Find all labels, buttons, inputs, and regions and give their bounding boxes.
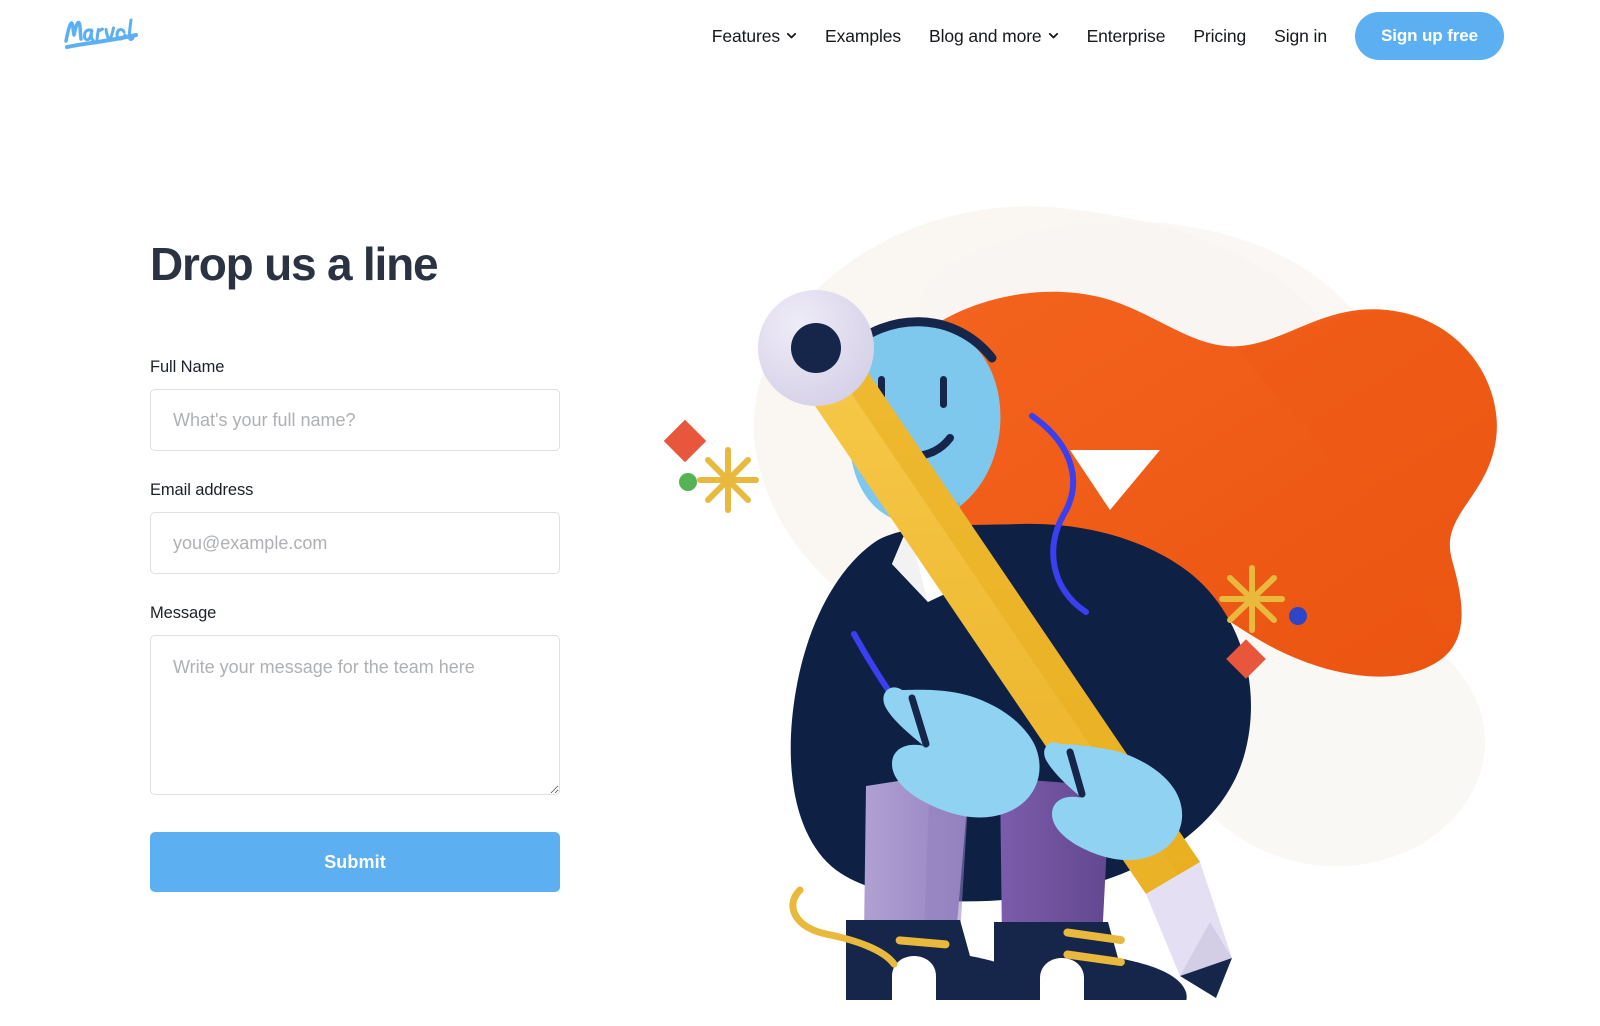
nav-item-blog-and-more[interactable]: Blog and more [915, 12, 1073, 60]
field-email-address: Email address [150, 481, 560, 575]
contact-form-column: Drop us a line Full Name Email address M… [150, 238, 560, 893]
message-textarea[interactable] [150, 635, 560, 796]
nav-item-label: Pricing [1193, 25, 1247, 46]
nav-item-enterprise[interactable]: Enterprise [1073, 12, 1180, 60]
nav-item-label: Features [711, 25, 780, 46]
full-name-label: Full Name [150, 358, 225, 377]
chevron-down-icon [1048, 30, 1059, 41]
chevron-down-icon [786, 30, 797, 41]
nav-item-label: Sign in [1274, 25, 1327, 46]
email-address-input[interactable] [150, 512, 560, 575]
page-title: Drop us a line [150, 238, 439, 290]
message-label: Message [150, 604, 217, 623]
nav-item-label: Examples [825, 25, 902, 46]
email-address-label: Email address [150, 481, 254, 500]
field-full-name: Full Name [150, 358, 560, 452]
marvel-logo[interactable] [60, 12, 160, 54]
submit-button[interactable]: Submit [150, 832, 560, 893]
nav-item-features[interactable]: Features [698, 12, 811, 60]
green-dot-accent [679, 473, 697, 491]
blue-dot-accent [1289, 607, 1307, 625]
site-header: Features Examples Blog and more Enterpri… [0, 0, 1600, 72]
field-message: Message [150, 604, 560, 796]
shoes-shape [789, 886, 1187, 1000]
nav-item-sign-in[interactable]: Sign in [1260, 12, 1341, 60]
sign-up-free-button[interactable]: Sign up free [1354, 12, 1504, 60]
yellow-star-accent-right [1219, 565, 1285, 633]
nav-item-pricing[interactable]: Pricing [1179, 12, 1260, 60]
main-navigation: Features Examples Blog and more Enterpri… [698, 12, 1504, 60]
contact-page: Features Examples Blog and more Enterpri… [0, 0, 1600, 1026]
nav-item-label: Enterprise [1086, 25, 1166, 46]
person-holding-giant-pencil-illustration [640, 150, 1540, 1000]
contact-form: Full Name Email address Message Submit [150, 358, 560, 893]
full-name-input[interactable] [150, 389, 560, 452]
nav-item-label: Blog and more [929, 25, 1042, 46]
red-diamond-accent [663, 419, 707, 463]
yellow-star-accent [697, 447, 759, 513]
nav-item-examples[interactable]: Examples [811, 12, 915, 60]
